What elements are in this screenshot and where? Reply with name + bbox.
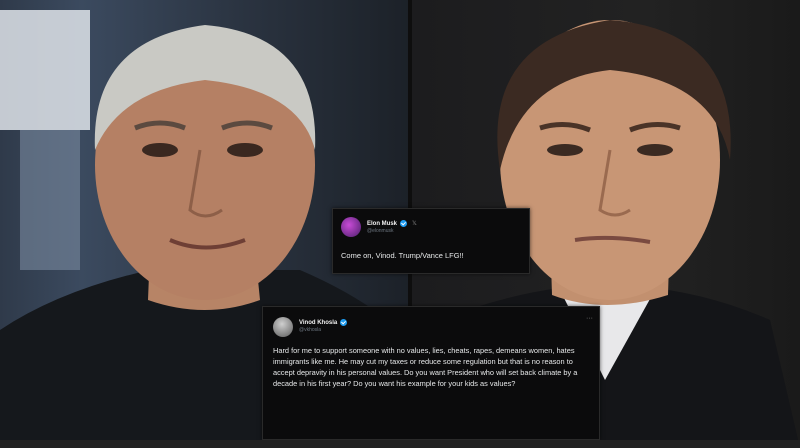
more-options-icon[interactable]: ···	[586, 315, 593, 322]
author-name: Vinod Khosla	[299, 319, 338, 326]
author-name: Elon Musk	[367, 220, 398, 227]
author-handle: @elonmusk	[367, 228, 394, 234]
name-row: Elon Musk 𝕏	[367, 220, 417, 227]
tweet-header: Vinod Khosla @vkhosla	[263, 307, 599, 337]
avatar	[341, 217, 361, 237]
tweet-header: Elon Musk 𝕏 @elonmusk	[333, 209, 529, 237]
tweet-text: Hard for me to support someone with no v…	[273, 346, 578, 388]
author-names: Elon Musk 𝕏 @elonmusk	[367, 220, 417, 234]
x-logo-icon: 𝕏	[412, 221, 417, 227]
name-row: Vinod Khosla	[299, 319, 348, 326]
author-handle: @vkhosla	[299, 327, 322, 333]
author-names: Vinod Khosla @vkhosla	[299, 319, 348, 333]
verified-badge-icon	[340, 319, 348, 326]
tweet-card-elon[interactable]: Elon Musk 𝕏 @elonmusk Come on, Vinod. Tr…	[332, 208, 530, 274]
tweet-card-vinod[interactable]: Vinod Khosla @vkhosla ··· Hard for me to…	[262, 306, 600, 440]
bottom-border	[0, 440, 800, 448]
tweet-text: Come on, Vinod. Trump/Vance LFG!!	[341, 251, 464, 260]
verified-badge-icon	[400, 220, 408, 227]
avatar	[273, 317, 293, 337]
